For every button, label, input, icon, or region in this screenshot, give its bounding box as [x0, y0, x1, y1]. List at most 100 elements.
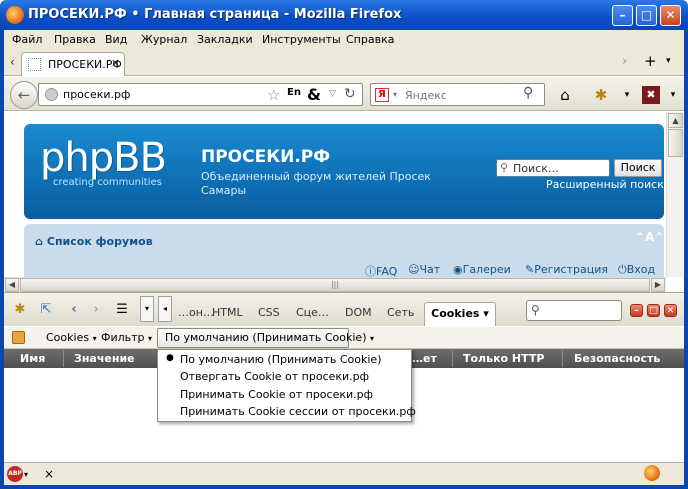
tab-prosekі[interactable]: ПРОСЕКИ.РФ ✕: [21, 52, 125, 76]
tab-console[interactable]: …он…: [178, 306, 214, 319]
policy-option-reject[interactable]: Отвергать Cookie от просеки.рф: [180, 370, 369, 383]
site-name: ПРОСЕКИ.РФ: [201, 147, 331, 167]
horizontal-scrollbar[interactable]: ◀ ||| ▶: [4, 277, 666, 292]
tab-list-icon[interactable]: ▾: [666, 56, 671, 66]
gallery-icon: ◉: [453, 263, 463, 276]
vertical-scrollbar[interactable]: ▲: [666, 112, 683, 277]
new-tab-icon[interactable]: +: [644, 52, 657, 70]
power-icon: ⏻: [618, 263, 627, 276]
tab-close-icon[interactable]: ✕: [111, 57, 120, 70]
language-badge[interactable]: En: [287, 87, 301, 98]
tab-script[interactable]: Сце…: [296, 306, 329, 319]
tab-cookies[interactable]: Cookies ▾: [424, 302, 496, 326]
back-button[interactable]: ←: [10, 81, 38, 109]
firefox-status-icon[interactable]: [644, 465, 660, 481]
forum-list-link[interactable]: ⌂ Список форумов: [35, 235, 153, 248]
list-icon[interactable]: ☰: [112, 301, 132, 319]
maximize-button[interactable]: □: [636, 5, 657, 26]
close-window-button[interactable]: ✕: [660, 5, 681, 26]
url-input[interactable]: [63, 86, 263, 103]
column-separator[interactable]: [63, 350, 64, 367]
tabs-scroll-right-icon[interactable]: ›: [622, 54, 627, 69]
fb-back-icon[interactable]: ‹: [64, 301, 84, 319]
ampersand-icon[interactable]: &: [307, 85, 321, 104]
firebug-menu-icon[interactable]: ✱: [10, 301, 30, 319]
fb-close-icon[interactable]: ✕: [664, 304, 677, 317]
register-link[interactable]: ✎Регистрация: [525, 263, 608, 276]
firebug-icon[interactable]: ✱: [590, 84, 612, 106]
addon-dropdown-icon[interactable]: ▾: [662, 84, 684, 106]
chat-link[interactable]: ☺Чат: [408, 263, 440, 276]
tab-dom[interactable]: DOM: [345, 306, 372, 319]
home-icon[interactable]: ⌂: [554, 84, 576, 106]
column-value[interactable]: Значение: [74, 352, 135, 365]
firebug-dropdown-icon[interactable]: ▾: [616, 84, 638, 106]
tab-css[interactable]: CSS: [258, 306, 280, 319]
forum-list-label: Список форумов: [46, 235, 153, 248]
column-separator[interactable]: [452, 350, 453, 367]
search-input[interactable]: [405, 87, 515, 103]
menu-edit[interactable]: Правка: [54, 33, 96, 46]
column-http-only[interactable]: Только HTTP: [463, 352, 544, 365]
adblock-icon[interactable]: ABP: [7, 466, 23, 482]
menu-tools[interactable]: Инструменты: [262, 33, 341, 46]
cookie-policy-label: По умолчанию (Принимать Cookie): [165, 331, 367, 344]
status-bar: [4, 462, 684, 485]
firebug-search-box[interactable]: ⚲: [526, 300, 622, 321]
fb-forward-icon[interactable]: ›: [86, 301, 106, 319]
menu-history[interactable]: Журнал: [141, 33, 187, 46]
forum-search-box[interactable]: ⚲: [496, 159, 610, 177]
fb-detach-icon[interactable]: □: [647, 304, 660, 317]
cookie-policy-dropdown[interactable]: По умолчанию (Принимать Cookie) ▾: [157, 328, 374, 348]
fb-minimize-icon[interactable]: –: [630, 304, 643, 317]
bookmark-star-icon[interactable]: ☆: [267, 86, 280, 104]
policy-option-default[interactable]: По умолчанию (Принимать Cookie): [166, 353, 381, 366]
vertical-scroll-thumb[interactable]: [668, 129, 683, 157]
menu-file[interactable]: Файл: [12, 33, 42, 46]
advanced-search-link[interactable]: Расширенный поиск: [546, 178, 664, 191]
tabs-scroll-left-icon[interactable]: ‹: [10, 55, 15, 69]
fb-menu-dropdown-icon[interactable]: ▾: [140, 296, 154, 322]
column-secure[interactable]: Безопасность: [574, 352, 660, 365]
chat-icon: ☺: [408, 263, 420, 276]
column-separator[interactable]: [562, 350, 563, 367]
minimize-button[interactable]: –: [612, 5, 633, 26]
scroll-up-icon[interactable]: ▲: [668, 113, 683, 128]
inspect-icon[interactable]: ⇱: [36, 301, 56, 319]
chevron-down-icon: ▾: [92, 334, 97, 343]
menu-view[interactable]: Вид: [105, 33, 127, 46]
tab-html[interactable]: HTML: [212, 306, 243, 319]
yandex-icon[interactable]: Я: [375, 88, 389, 102]
fb-tabs-scroll-left-icon[interactable]: ◂: [158, 296, 172, 322]
login-link[interactable]: ⏻Вход: [618, 263, 655, 277]
addon-icon[interactable]: ✖: [642, 86, 660, 104]
status-close-icon[interactable]: ×: [44, 467, 54, 481]
window-title: ПРОСЕКИ.РФ • Главная страница - Mozilla …: [28, 7, 402, 22]
menu-help[interactable]: Справка: [346, 33, 394, 46]
font-size-icon[interactable]: ⌃A⌃: [635, 230, 664, 244]
column-expires[interactable]: …ет: [412, 352, 437, 365]
column-name[interactable]: Имя: [20, 352, 45, 365]
forum-search-input[interactable]: [513, 161, 607, 175]
cookies-menu-button[interactable]: Cookies ▾: [46, 331, 97, 344]
gallery-link[interactable]: ◉Галереи: [453, 263, 511, 276]
filter-menu-button[interactable]: Фильтр ▾: [101, 331, 152, 344]
menu-bookmarks[interactable]: Закладки: [197, 33, 253, 46]
policy-option-session[interactable]: Принимать Cookie сессии от просеки.рф: [180, 405, 416, 418]
reload-icon[interactable]: ↻: [344, 86, 356, 102]
forum-search-button[interactable]: Поиск: [614, 159, 662, 177]
scroll-right-icon[interactable]: ▶: [651, 278, 665, 292]
url-dropdown-icon[interactable]: ▽: [329, 89, 336, 99]
policy-option-accept[interactable]: Принимать Cookie от просеки.рф: [180, 388, 373, 401]
phpbb-logo[interactable]: phpBB: [40, 135, 167, 181]
cookie-icon[interactable]: [12, 331, 25, 344]
tab-net[interactable]: Сеть: [387, 306, 414, 319]
page-favicon-icon: [28, 58, 41, 71]
search-icon[interactable]: ⚲: [523, 85, 533, 101]
search-engine-dropdown-icon[interactable]: ▾: [393, 90, 397, 99]
address-bar[interactable]: ☆ En & ▽ ↻: [38, 83, 363, 106]
search-bar[interactable]: Я ▾ ⚲: [370, 83, 545, 106]
adblock-dropdown-icon[interactable]: ▾: [24, 470, 28, 479]
scroll-left-icon[interactable]: ◀: [5, 278, 19, 292]
horizontal-scroll-thumb[interactable]: |||: [20, 278, 650, 292]
